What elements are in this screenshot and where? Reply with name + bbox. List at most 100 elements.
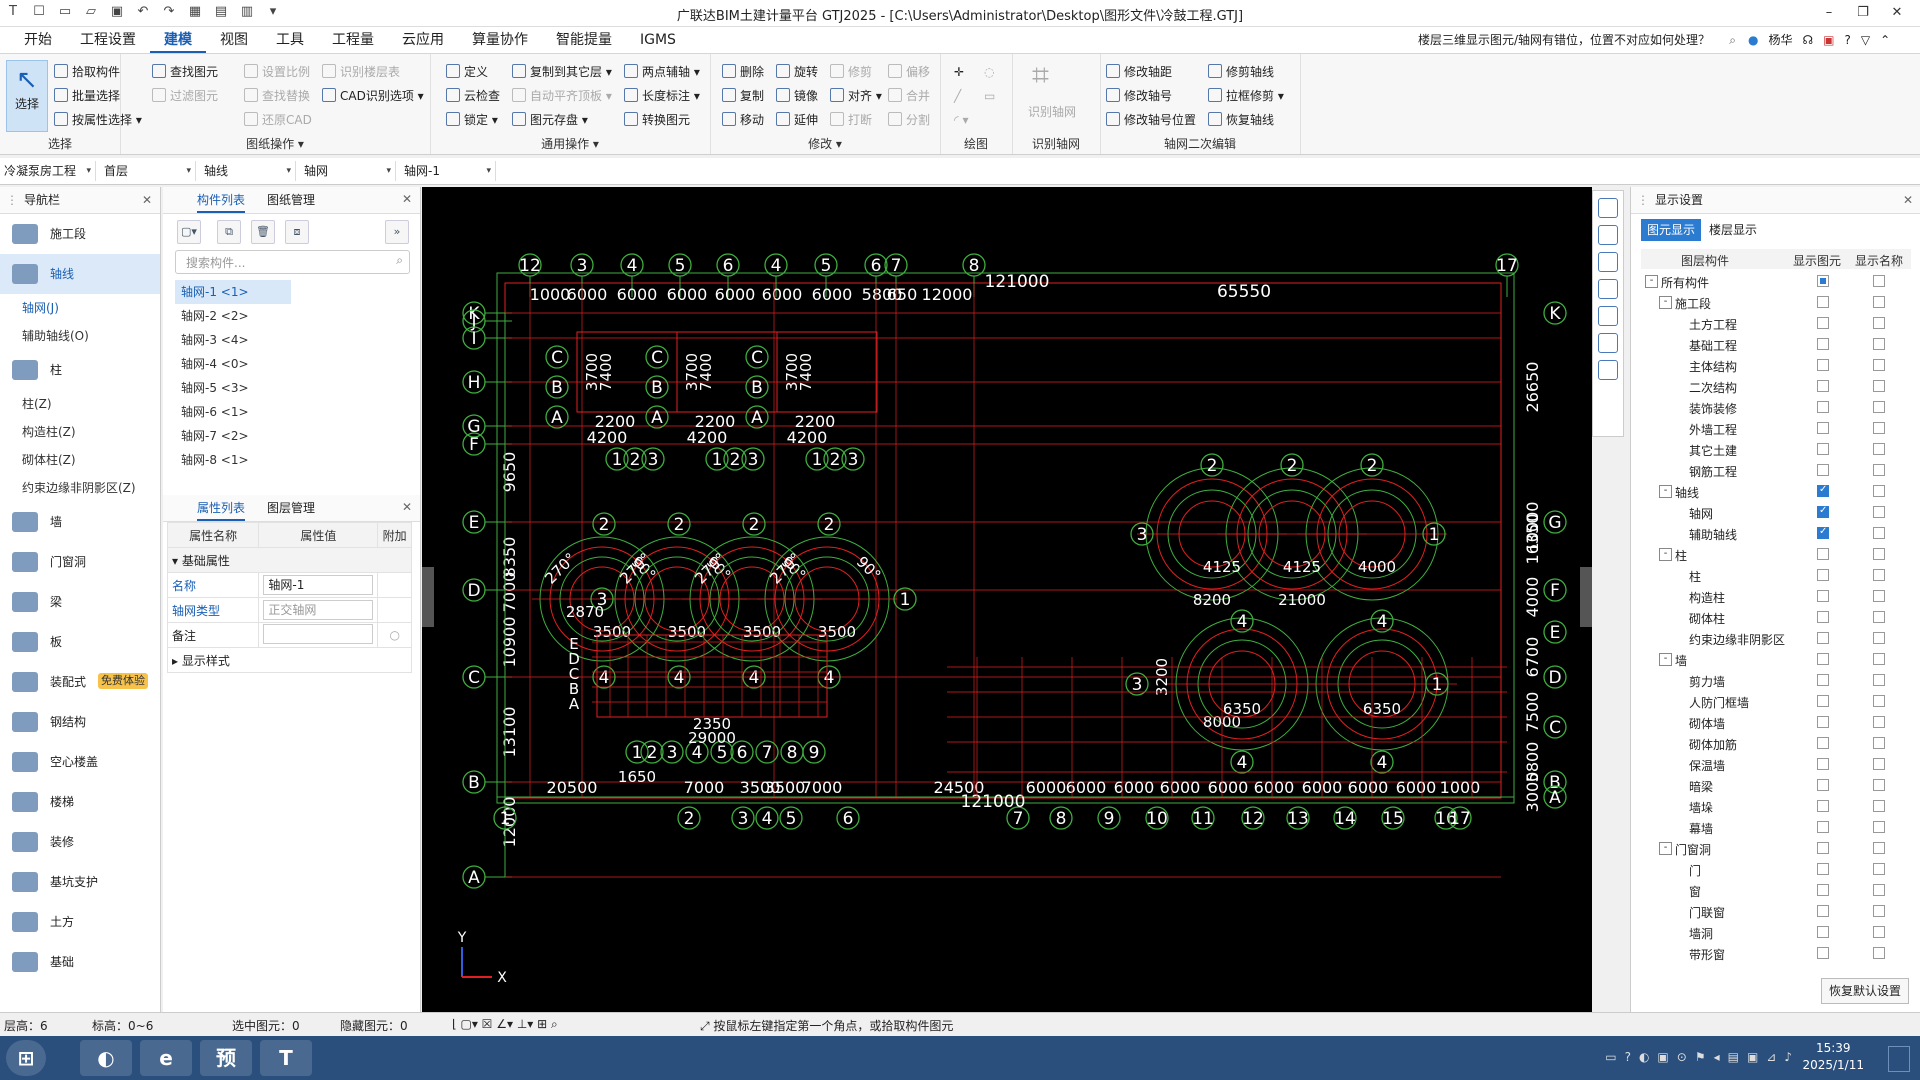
show-element-checkbox[interactable] [1817,317,1829,329]
define-button[interactable]: 定义 [446,62,488,82]
expand-toggle-icon[interactable]: - [1645,275,1658,288]
component-search-input[interactable]: 搜索构件... ⌕ [175,250,410,274]
show-element-checkbox[interactable] [1817,653,1829,665]
convert-element-button[interactable]: 转换图元 [624,110,690,130]
show-name-checkbox[interactable] [1873,401,1885,413]
filter-element-button[interactable]: 过滤图元 [152,86,218,106]
collapse-icon[interactable]: ⌃ [1880,33,1890,47]
nav-item-5[interactable]: 梁 [0,582,160,622]
rect-draw-icon[interactable]: ▭ [984,86,995,106]
nav-item-12[interactable]: 基坑支护 [0,862,160,902]
tab-floor-display[interactable]: 楼层显示 [1703,219,1763,241]
delete-button[interactable]: 删除 [722,62,764,82]
show-element-checkbox[interactable] [1817,737,1829,749]
show-element-checkbox[interactable] [1817,884,1829,896]
menu-7[interactable]: 算量协作 [458,27,542,53]
menu-8[interactable]: 智能提量 [542,27,626,53]
zoom-extents-icon[interactable] [1598,306,1618,326]
table-icon[interactable]: ▤ [212,3,230,21]
category-select[interactable]: 轴线 ▾ [200,161,296,181]
close-icon[interactable]: ✕ [402,192,412,206]
show-element-checkbox[interactable] [1817,569,1829,581]
menu-0[interactable]: 开始 [10,27,66,53]
show-element-checkbox[interactable] [1817,338,1829,350]
grid-icon[interactable]: ▦ [186,3,204,21]
show-name-checkbox[interactable] [1873,905,1885,917]
expand-toggle-icon[interactable]: - [1659,653,1672,666]
display-row[interactable]: 人防门框墙 [1641,691,1911,712]
expand-toggle-icon[interactable]: - [1659,548,1672,561]
show-element-checkbox[interactable] [1817,484,1829,497]
feedback-icon[interactable]: ▣ [1823,33,1834,47]
display-row[interactable]: - 施工段 [1641,292,1911,313]
find-element-button[interactable]: 查找图元 [152,62,218,82]
menu-1[interactable]: 工程设置 [66,27,150,53]
nav-sub-item[interactable]: 砌体柱(Z) [0,446,160,474]
layer-copy-icon[interactable]: ⧈ [285,220,309,244]
taskbar-app-gtj[interactable]: T [260,1040,312,1076]
rotate-button[interactable]: 旋转 [776,62,818,82]
show-element-checkbox[interactable] [1817,296,1829,308]
show-element-checkbox[interactable] [1817,947,1829,959]
component-list-item[interactable]: 轴网-4 <0> [175,352,291,376]
show-element-checkbox[interactable] [1817,590,1829,602]
nav-item-2[interactable]: 柱 [0,350,160,390]
tab-layer-management[interactable]: 图层管理 [267,495,315,521]
line-draw-icon[interactable]: ╱ [954,86,961,106]
component-select[interactable]: 轴网-1 ▾ [400,161,496,181]
display-row[interactable]: 柱 [1641,565,1911,586]
expand-toggle-icon[interactable]: - [1659,485,1672,498]
save-icon[interactable]: ▣ [108,3,126,21]
close-button[interactable]: ✕ [1880,2,1914,24]
nav-item-0[interactable]: 施工段 [0,214,160,254]
more-icon[interactable]: ▾ [264,3,282,21]
show-name-checkbox[interactable] [1873,695,1885,707]
show-name-checkbox[interactable] [1873,359,1885,371]
property-row[interactable]: 轴网类型 正交轴网 [166,597,412,623]
restore-button[interactable]: ❐ [1846,2,1880,24]
show-name-checkbox[interactable] [1873,926,1885,938]
minimize-button[interactable]: – [1812,2,1846,24]
show-name-checkbox[interactable] [1873,338,1885,350]
display-row[interactable]: 带形窗 [1641,943,1911,964]
display-row[interactable]: - 门窗洞 [1641,838,1911,859]
name-field[interactable]: 轴网-1 [263,575,374,595]
recognize-axis-label[interactable]: 识别轴网 [1028,102,1076,122]
move-button[interactable]: 移动 [722,110,764,130]
display-row[interactable]: 砌体墙 [1641,712,1911,733]
help-search[interactable]: 楼层三维显示图元/轴网有错位，位置不对应如何处理？ ⌕ [1418,31,1740,49]
display-row[interactable]: - 轴线 [1641,481,1911,502]
display-row[interactable]: 墙垛 [1641,796,1911,817]
find-replace-button[interactable]: 查找替换 [244,86,310,106]
show-element-checkbox[interactable] [1817,359,1829,371]
nav-item-3[interactable]: 墙 [0,502,160,542]
show-name-checkbox[interactable] [1873,821,1885,833]
remark-field[interactable] [263,623,374,644]
show-name-checkbox[interactable] [1873,317,1885,329]
show-name-checkbox[interactable] [1873,842,1885,854]
show-element-checkbox[interactable] [1817,779,1829,791]
show-element-checkbox[interactable] [1817,401,1829,413]
show-name-checkbox[interactable] [1873,296,1885,308]
show-element-checkbox[interactable] [1817,758,1829,770]
display-row[interactable]: - 所有构件 [1641,271,1911,292]
property-row[interactable]: 备注 ○ [166,622,412,648]
user-name[interactable]: 杨华 [1768,31,1792,48]
display-row[interactable]: -柱 [1641,544,1911,565]
display-row[interactable]: 墙洞 [1641,922,1911,943]
show-element-checkbox[interactable] [1817,505,1829,518]
show-element-checkbox[interactable] [1817,611,1829,623]
nav-item-6[interactable]: 板 [0,622,160,662]
shirt-icon[interactable]: ▽ [1861,33,1870,47]
display-row[interactable]: 装饰装修 [1641,397,1911,418]
new-component-icon[interactable]: ▢▾ [177,220,201,244]
show-name-checkbox[interactable] [1873,737,1885,749]
menu-9[interactable]: IGMS [626,27,690,53]
help-icon[interactable]: ? [1845,33,1851,47]
copy-component-icon[interactable]: ⧉ [217,220,241,244]
lock-button[interactable]: 锁定 ▾ [446,110,498,130]
show-name-checkbox[interactable] [1873,590,1885,602]
undo-icon[interactable]: ↶ [134,3,152,21]
open-folder-icon[interactable]: ▱ [82,3,100,21]
menu-2[interactable]: 建模 [150,27,206,53]
